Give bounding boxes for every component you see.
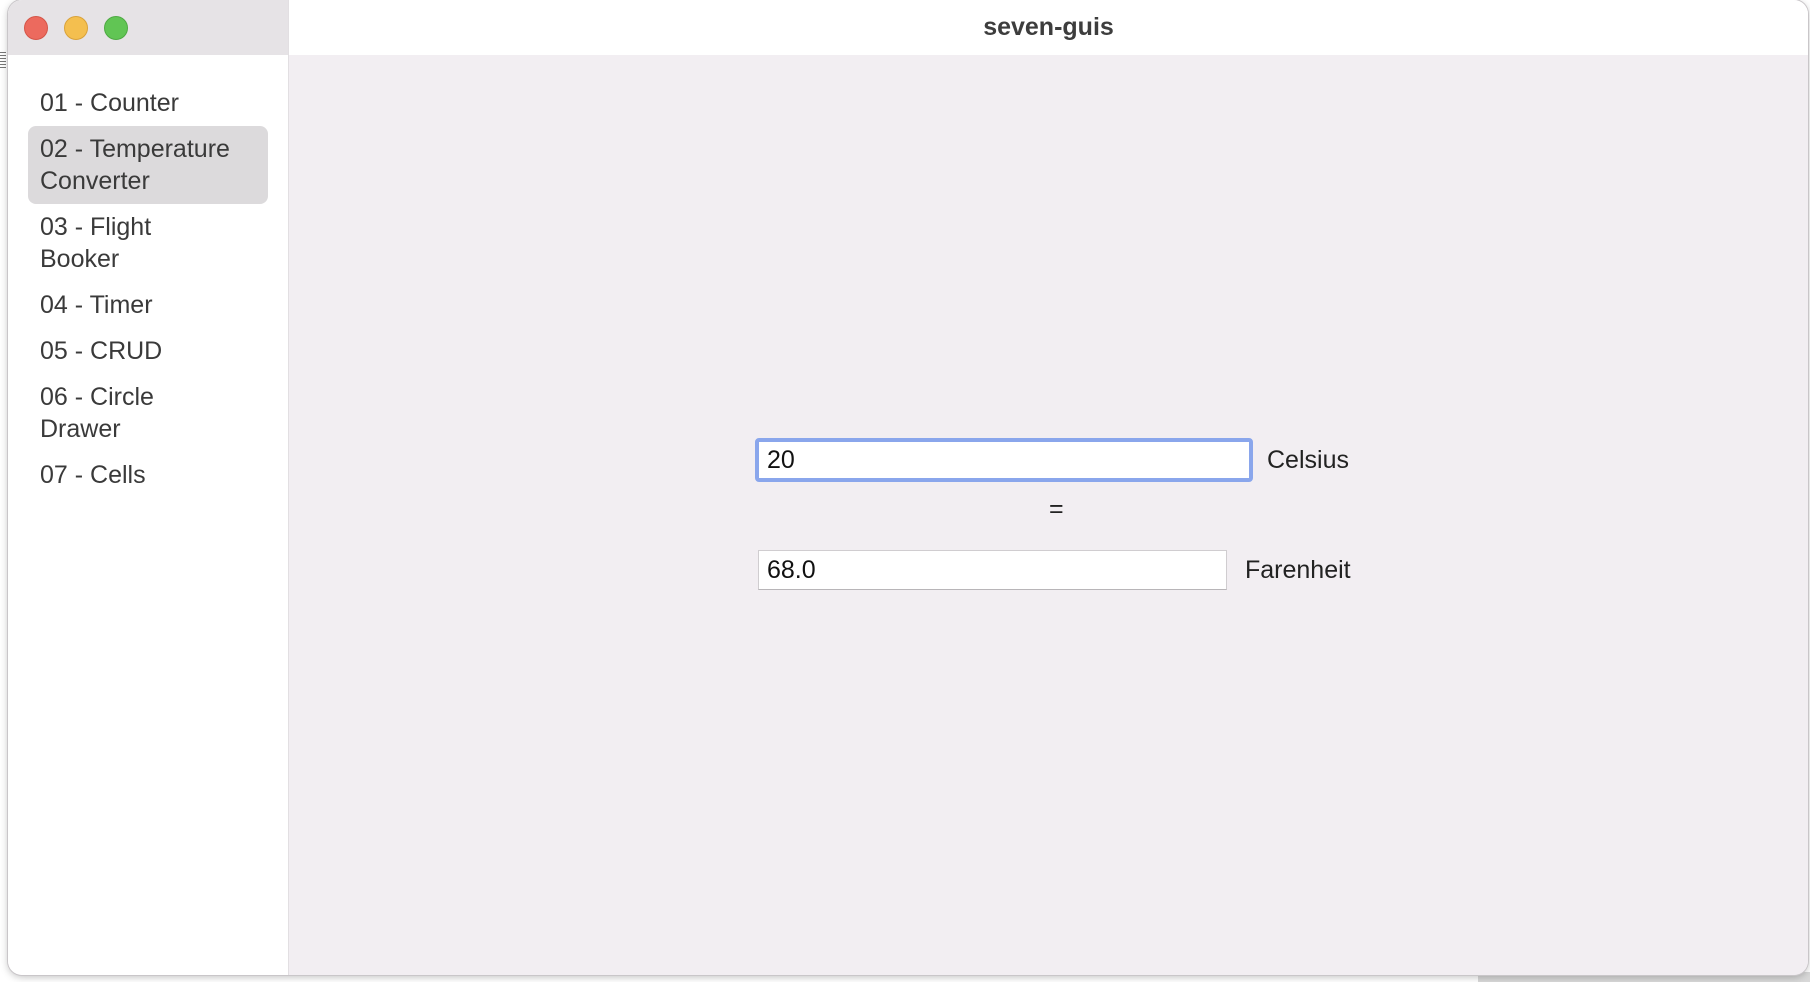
sidebar-item-cells[interactable]: 07 - Cells — [28, 452, 268, 498]
background-window-edge — [0, 52, 6, 68]
sidebar-item-temperature-converter[interactable]: 02 - Temperature Converter — [28, 126, 268, 204]
sidebar-item-label-continued: Converter — [40, 167, 150, 195]
sidebar-item-label: 03 - Flight — [40, 213, 152, 241]
sidebar-item-label: 07 - Cells — [40, 461, 146, 489]
fahrenheit-row: Farenheit — [758, 550, 1351, 590]
celsius-label: Celsius — [1267, 445, 1349, 474]
sidebar-nav: 01 - Counter 02 - Temperature Converter … — [28, 80, 268, 498]
sidebar-item-label: 01 - Counter — [40, 89, 179, 117]
celsius-input[interactable] — [755, 438, 1253, 482]
sidebar-item-label: 06 - Circle — [40, 383, 154, 411]
sidebar: 01 - Counter 02 - Temperature Converter … — [8, 0, 289, 975]
title-bar[interactable]: seven-guis — [289, 0, 1808, 55]
sidebar-item-timer[interactable]: 04 - Timer — [28, 282, 268, 328]
app-window: 01 - Counter 02 - Temperature Converter … — [8, 0, 1808, 975]
close-window-button[interactable] — [24, 16, 48, 40]
sidebar-item-circle-drawer[interactable]: 06 - Circle Drawer — [28, 374, 268, 452]
sidebar-item-label: 04 - Timer — [40, 291, 153, 319]
sidebar-item-crud[interactable]: 05 - CRUD — [28, 328, 268, 374]
sidebar-item-label: 02 - Temperature — [40, 135, 230, 163]
celsius-row: Celsius — [755, 438, 1349, 482]
fahrenheit-label: Farenheit — [1245, 555, 1351, 584]
sidebar-item-flight-booker[interactable]: 03 - Flight Booker — [28, 204, 268, 282]
equals-sign: = — [1049, 495, 1064, 523]
sidebar-item-label-continued: Drawer — [40, 415, 121, 443]
sidebar-item-label-continued: Booker — [40, 245, 120, 273]
window-title: seven-guis — [983, 13, 1114, 41]
sidebar-item-counter[interactable]: 01 - Counter — [28, 80, 268, 126]
minimize-window-button[interactable] — [64, 16, 88, 40]
fahrenheit-input[interactable] — [758, 550, 1227, 590]
window-controls-bar — [8, 0, 288, 55]
sidebar-item-label: 05 - CRUD — [40, 337, 163, 365]
temperature-converter-panel: Celsius = Farenheit — [289, 55, 1808, 975]
maximize-window-button[interactable] — [104, 16, 128, 40]
